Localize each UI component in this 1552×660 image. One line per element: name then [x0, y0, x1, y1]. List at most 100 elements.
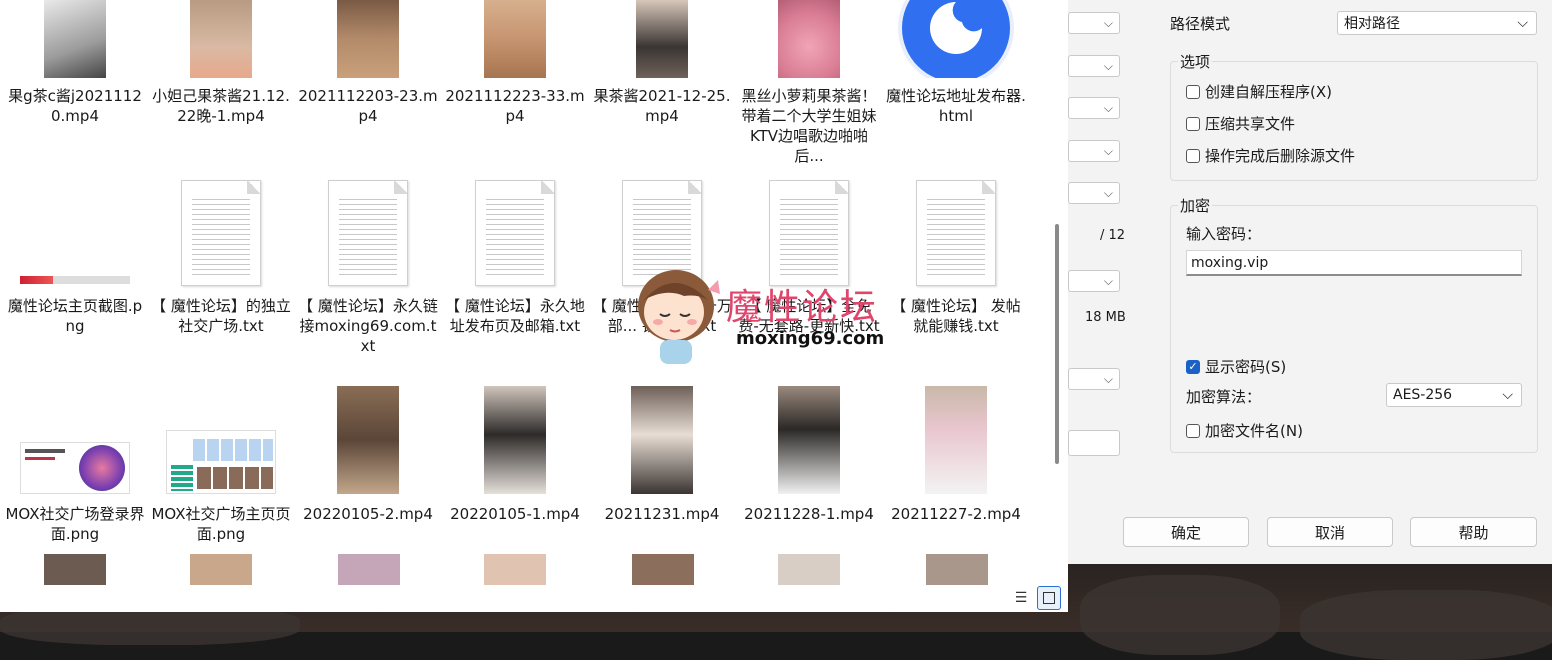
help-button[interactable]: 帮助: [1410, 517, 1537, 547]
text-file-icon: [622, 180, 702, 286]
dropdown[interactable]: ⌵: [1068, 97, 1120, 119]
video-thumbnail: [484, 0, 546, 78]
show-password-checkbox[interactable]: ✓ 显示密码(S): [1186, 356, 1286, 377]
file-name: 2021112223-33.mp4: [445, 87, 585, 125]
file-item[interactable]: 20220105-1.mp4: [442, 386, 588, 524]
checkbox-box: [1186, 148, 1200, 163]
file-grid: 果g茶c酱j20211120.mp4 小妲己果茶酱21.12.22晚-1.mp4…: [0, 0, 1050, 585]
video-thumbnail[interactable]: [190, 554, 252, 585]
algorithm-select[interactable]: AES-256 ⌵: [1386, 383, 1522, 407]
file-name: 黑丝小萝莉果茶酱！带着二个大学生姐妹KTV边唱歌边啪啪后...: [741, 87, 877, 165]
delete-source-checkbox[interactable]: 操作完成后删除源文件: [1186, 145, 1355, 166]
video-thumbnail: [337, 386, 399, 494]
algorithm-label: 加密算法：: [1186, 388, 1262, 406]
file-name: 20211228-1.mp4: [744, 505, 874, 523]
archive-dialog: 路径模式 相对路径 ⌵ 选项 创建自解压程序(X) 压缩共享文件 操作完成后删除…: [1123, 0, 1552, 564]
file-name: 20220105-1.mp4: [450, 505, 580, 523]
file-name: 果g茶c酱j20211120.mp4: [8, 87, 142, 125]
video-thumbnail[interactable]: [926, 554, 988, 585]
video-thumbnail: [44, 0, 106, 78]
create-sfx-checkbox[interactable]: 创建自解压程序(X): [1186, 81, 1332, 102]
file-item[interactable]: 魔性论坛主页截图.png: [2, 180, 148, 336]
file-item[interactable]: 20211228-1.mp4: [736, 386, 882, 524]
algorithm-value: AES-256: [1393, 387, 1453, 403]
checkmark-icon: ✓: [1186, 359, 1200, 374]
large-icons-view-icon[interactable]: [1037, 586, 1061, 610]
checkbox-box: [1186, 116, 1200, 131]
text-field[interactable]: [1068, 430, 1120, 456]
options-title: 选项: [1178, 51, 1213, 72]
password-input[interactable]: moxing.vip: [1186, 250, 1522, 276]
video-thumbnail: [484, 386, 546, 494]
file-item[interactable]: 果茶酱2021-12-25.mp4: [589, 0, 735, 126]
file-item[interactable]: 2021112203-23.mp4: [295, 0, 441, 126]
file-name: 【 魔性论坛】几十万部... 钱观... .txt: [592, 297, 732, 335]
video-thumbnail[interactable]: [484, 554, 546, 585]
file-explorer-window: 果g茶c酱j20211120.mp4 小妲己果茶酱21.12.22晚-1.mp4…: [0, 0, 1068, 612]
video-thumbnail[interactable]: [632, 554, 694, 585]
file-item[interactable]: 2021112223-33.mp4: [442, 0, 588, 126]
checkbox-label: 创建自解压程序(X): [1205, 83, 1332, 101]
dropdown[interactable]: ⌵: [1068, 12, 1120, 34]
file-item[interactable]: 20220105-2.mp4: [295, 386, 441, 524]
video-thumbnail: [631, 386, 693, 494]
encrypt-filenames-checkbox[interactable]: 加密文件名(N): [1186, 420, 1303, 441]
file-item[interactable]: 【 魔性论坛】的独立社交广场.txt: [148, 180, 294, 336]
file-item[interactable]: 黑丝小萝莉果茶酱！带着二个大学生姐妹KTV边唱歌边啪啪后...: [736, 0, 882, 166]
checkbox-box: [1186, 423, 1200, 438]
checkbox-box: [1186, 84, 1200, 99]
video-thumbnail[interactable]: [44, 554, 106, 585]
text-file-icon: [328, 180, 408, 286]
image-thumbnail: [20, 180, 130, 286]
file-item[interactable]: 【 魔性论坛】 发帖就能赚钱.txt: [883, 180, 1029, 336]
file-name: 20211227-2.mp4: [891, 505, 1021, 523]
dropdown[interactable]: ⌵: [1068, 182, 1120, 204]
path-mode-value: 相对路径: [1344, 16, 1400, 32]
text-file-icon: [475, 180, 555, 286]
compress-shared-checkbox[interactable]: 压缩共享文件: [1186, 113, 1295, 134]
file-name: 魔性论坛地址发布器.html: [886, 87, 1026, 125]
details-view-icon[interactable]: ☰: [1010, 587, 1032, 609]
file-item[interactable]: 【 魔性论坛】全免费-无套路-更新快.txt: [736, 180, 882, 336]
chevron-down-icon: ⌵: [1502, 387, 1513, 403]
checkbox-label: 压缩共享文件: [1205, 115, 1296, 133]
file-name: 【 魔性论坛】全免费-无套路-更新快.txt: [738, 297, 880, 335]
cancel-button[interactable]: 取消: [1267, 517, 1393, 547]
encryption-title: 加密: [1178, 195, 1213, 216]
file-item[interactable]: 【 魔性论坛】几十万部... 钱观... .txt: [589, 180, 735, 336]
video-thumbnail: [778, 0, 840, 78]
file-size: 18 MB: [1085, 310, 1126, 325]
image-thumbnail: [20, 386, 130, 494]
ok-button[interactable]: 确定: [1123, 517, 1249, 547]
file-name: 魔性论坛主页截图.png: [7, 297, 143, 335]
file-name: 果茶酱2021-12-25.mp4: [593, 87, 731, 125]
text-file-icon: [769, 180, 849, 286]
file-item[interactable]: 20211227-2.mp4: [883, 386, 1029, 524]
file-item[interactable]: 果g茶c酱j20211120.mp4: [2, 0, 148, 126]
file-name: 20220105-2.mp4: [303, 505, 433, 523]
vertical-scrollbar[interactable]: [1055, 224, 1059, 464]
file-item[interactable]: 小妲己果茶酱21.12.22晚-1.mp4: [148, 0, 294, 126]
dropdown[interactable]: ⌵: [1068, 368, 1120, 390]
file-item[interactable]: 魔性论坛地址发布器.html: [883, 0, 1029, 126]
file-name: 【 魔性论坛】永久链接moxing69.com.txt: [298, 297, 438, 355]
text-file-icon: [181, 180, 261, 286]
file-name: 20211231.mp4: [604, 505, 720, 523]
password-label: 输入密码：: [1186, 225, 1262, 243]
video-thumbnail[interactable]: [338, 554, 400, 585]
file-item[interactable]: MOX社交广场主页页面.png: [148, 386, 294, 544]
file-item[interactable]: 【 魔性论坛】永久链接moxing69.com.txt: [295, 180, 441, 356]
file-item[interactable]: 20211231.mp4: [589, 386, 735, 524]
dropdown[interactable]: ⌵: [1068, 55, 1120, 77]
browser-logo-icon: [896, 0, 1016, 78]
path-mode-label: 路径模式: [1170, 15, 1231, 33]
video-thumbnail[interactable]: [778, 554, 840, 585]
path-mode-select[interactable]: 相对路径 ⌵: [1337, 11, 1537, 35]
file-item[interactable]: MOX社交广场登录界面.png: [2, 386, 148, 544]
video-thumbnail: [337, 0, 399, 78]
dropdown[interactable]: ⌵: [1068, 270, 1120, 292]
video-thumbnail: [925, 386, 987, 494]
dropdown[interactable]: ⌵: [1068, 140, 1120, 162]
text-file-icon: [916, 180, 996, 286]
file-item[interactable]: 【 魔性论坛】永久地址发布页及邮箱.txt: [442, 180, 588, 336]
